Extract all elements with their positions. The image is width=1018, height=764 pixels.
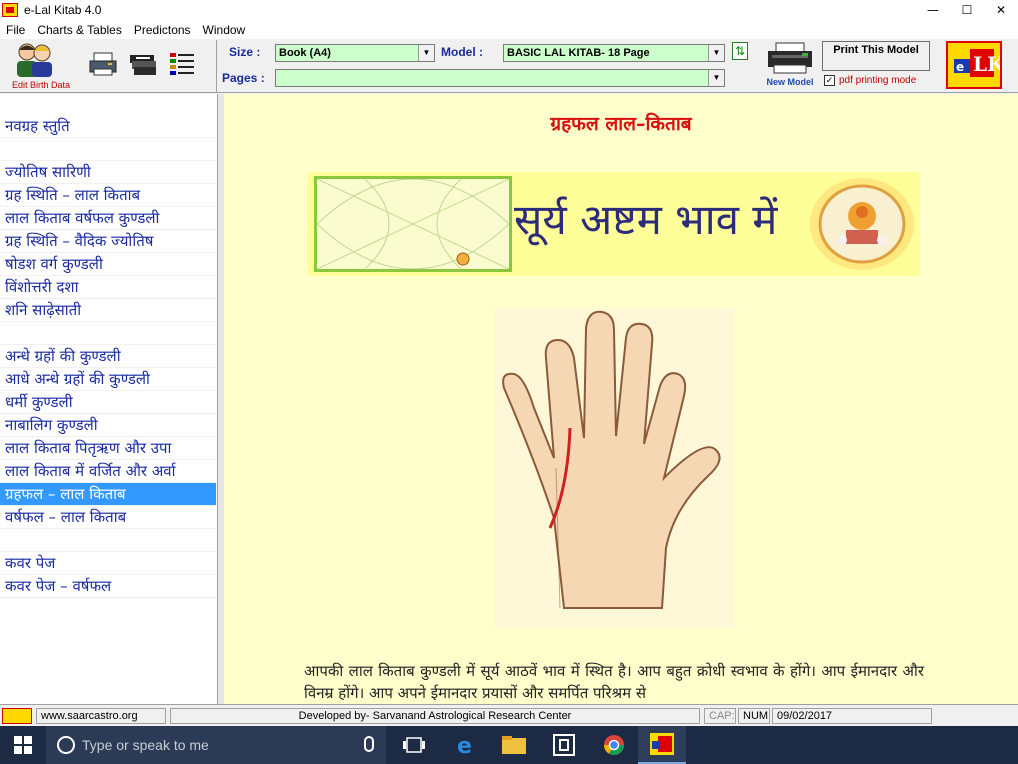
caps-indicator: CAP: bbox=[704, 708, 736, 724]
sidebar-item[interactable]: विंशोत्तरी दशा bbox=[0, 276, 216, 299]
chevron-down-icon[interactable]: ▼ bbox=[708, 45, 724, 61]
list-settings-icon[interactable] bbox=[168, 51, 198, 77]
edit-birth-data-label: Edit Birth Data bbox=[11, 80, 71, 90]
refresh-icon[interactable]: ⇅ bbox=[732, 42, 748, 60]
size-value: Book (A4) bbox=[279, 47, 331, 59]
menu-file[interactable]: File bbox=[0, 23, 31, 37]
model-label: Model : bbox=[441, 45, 483, 59]
date-display: 09/02/2017 bbox=[772, 708, 932, 724]
chevron-down-icon[interactable]: ▼ bbox=[708, 70, 724, 86]
sidebar-spacer bbox=[0, 529, 216, 552]
taskbar: Type or speak to me e bbox=[0, 726, 1018, 764]
people-icon bbox=[17, 43, 52, 77]
sidebar-item[interactable]: ग्रहफल – लाल किताब bbox=[0, 483, 216, 506]
headline: सूर्य अष्टम भाव में bbox=[514, 195, 778, 244]
task-view-icon[interactable] bbox=[390, 726, 438, 764]
sidebar-item[interactable]: वर्षफल – लाल किताब bbox=[0, 506, 216, 529]
new-model-label: New Model bbox=[766, 77, 814, 87]
title-bar: e-Lal Kitab 4.0 — ☐ ✕ bbox=[0, 0, 1018, 20]
pages-select[interactable]: ▼ bbox=[275, 69, 725, 87]
lal-kitab-icon bbox=[2, 708, 32, 724]
printer-icon[interactable] bbox=[88, 51, 118, 77]
app-logo-icon bbox=[2, 3, 18, 17]
cortana-icon bbox=[57, 736, 75, 754]
sidebar-item[interactable]: ग्रह स्थिति – वैदिक ज्योतिष bbox=[0, 230, 216, 253]
menu-predictons[interactable]: Predictons bbox=[128, 23, 197, 37]
sidebar-item[interactable]: लाल किताब पितृऋण और उपा bbox=[0, 437, 216, 460]
palm-illustration bbox=[494, 308, 734, 628]
toolbar: Edit Birth Data Size : Book (A4) ▼ Model… bbox=[0, 39, 1018, 93]
print-options-panel: Size : Book (A4) ▼ Model : BASIC LAL KIT… bbox=[216, 40, 816, 92]
store-icon[interactable] bbox=[540, 726, 588, 764]
num-indicator: NUM bbox=[738, 708, 770, 724]
status-bar: www.saarcastro.org Developed by- Sarvana… bbox=[0, 704, 1018, 726]
sidebar-item[interactable]: ग्रह स्थिति – लाल किताब bbox=[0, 184, 216, 207]
microphone-icon[interactable] bbox=[364, 736, 374, 752]
pdf-mode-checkbox[interactable]: ✓ bbox=[824, 75, 835, 86]
developer-credit: Developed by- Sarvanand Astrological Res… bbox=[170, 708, 700, 724]
size-select[interactable]: Book (A4) ▼ bbox=[275, 44, 435, 62]
sidebar-item[interactable]: कवर पेज bbox=[0, 552, 216, 575]
sidebar-item[interactable]: षोडश वर्ग कुण्डली bbox=[0, 253, 216, 276]
website-link[interactable]: www.saarcastro.org bbox=[36, 708, 166, 724]
sidebar-item[interactable]: धर्मी कुण्डली bbox=[0, 391, 216, 414]
chrome-icon[interactable] bbox=[590, 726, 638, 764]
sidebar-item[interactable]: शनि साढ़ेसाती bbox=[0, 299, 216, 322]
maximize-button[interactable]: ☐ bbox=[950, 0, 984, 20]
sidebar-spacer bbox=[0, 322, 216, 345]
sidebar-item[interactable]: अन्धे ग्रहों की कुण्डली bbox=[0, 345, 216, 368]
menu-charts-tables[interactable]: Charts & Tables bbox=[31, 23, 128, 37]
sidebar-list: नवग्रह स्तुति ज्योतिष सारिणी ग्रह स्थिति –… bbox=[0, 115, 216, 598]
sidebar-item[interactable]: लाल किताब में वर्जित और अर्वा bbox=[0, 460, 216, 483]
search-box[interactable]: Type or speak to me bbox=[46, 726, 386, 764]
printer-icon bbox=[768, 42, 812, 74]
file-explorer-icon[interactable] bbox=[490, 726, 538, 764]
pdf-mode-toggle[interactable]: ✓ pdf printing mode bbox=[824, 75, 916, 86]
print-multiple-icon[interactable] bbox=[128, 51, 158, 77]
pdf-mode-label: pdf printing mode bbox=[839, 75, 917, 86]
windows-icon bbox=[14, 736, 32, 754]
headline-banner: सूर्य अष्टम भाव में bbox=[308, 172, 920, 276]
window-controls: — ☐ ✕ bbox=[916, 0, 1018, 20]
pages-label: Pages : bbox=[222, 71, 265, 85]
model-value: BASIC LAL KITAB- 18 Page bbox=[507, 47, 650, 59]
sidebar-item[interactable]: नाबालिग कुण्डली bbox=[0, 414, 216, 437]
size-label: Size : bbox=[229, 45, 261, 59]
minimize-button[interactable]: — bbox=[916, 0, 950, 20]
chevron-down-icon[interactable]: ▼ bbox=[418, 45, 434, 61]
window-title: e-Lal Kitab 4.0 bbox=[24, 3, 102, 17]
close-button[interactable]: ✕ bbox=[984, 0, 1018, 20]
edge-icon[interactable]: e bbox=[442, 726, 490, 764]
menu-bar: File Charts & Tables Predictons Window bbox=[0, 20, 1018, 39]
lal-kitab-logo: e LK bbox=[946, 41, 1002, 89]
sidebar-item[interactable]: नवग्रह स्तुति bbox=[0, 115, 216, 138]
new-model-button[interactable]: New Model bbox=[762, 41, 818, 89]
sun-god-icon bbox=[810, 178, 914, 270]
edit-birth-data-button[interactable]: Edit Birth Data bbox=[2, 40, 80, 92]
report-page: ग्रहफल लाल–किताब सूर्य अष्टम भाव में आपक… bbox=[224, 94, 1018, 704]
sidebar-item[interactable]: लाल किताब वर्षफल कुण्डली bbox=[0, 207, 216, 230]
search-placeholder: Type or speak to me bbox=[82, 737, 209, 753]
lal-kitab-taskbar-app[interactable] bbox=[638, 726, 686, 764]
sidebar-item[interactable]: आधे अन्धे ग्रहों की कुण्डली bbox=[0, 368, 216, 391]
sidebar-item[interactable]: कवर पेज – वर्षफल bbox=[0, 575, 216, 598]
prediction-text: आपकी लाल किताब कुण्डली में सूर्य आठवें भ… bbox=[304, 662, 924, 702]
print-model-button[interactable]: Print This Model bbox=[822, 41, 930, 71]
start-button[interactable] bbox=[0, 726, 46, 764]
svg-text:LK: LK bbox=[973, 52, 1002, 76]
menu-window[interactable]: Window bbox=[197, 23, 252, 37]
kundli-chart-icon bbox=[314, 176, 512, 272]
page-title: ग्रहफल लाल–किताब bbox=[550, 113, 692, 135]
sidebar-spacer bbox=[0, 138, 216, 161]
sidebar: नवग्रह स्तुति ज्योतिष सारिणी ग्रह स्थिति –… bbox=[0, 94, 218, 704]
svg-text:e: e bbox=[956, 60, 964, 74]
svg-text:e: e bbox=[457, 734, 472, 756]
sidebar-item[interactable]: ज्योतिष सारिणी bbox=[0, 161, 216, 184]
model-select[interactable]: BASIC LAL KITAB- 18 Page ▼ bbox=[503, 44, 725, 62]
